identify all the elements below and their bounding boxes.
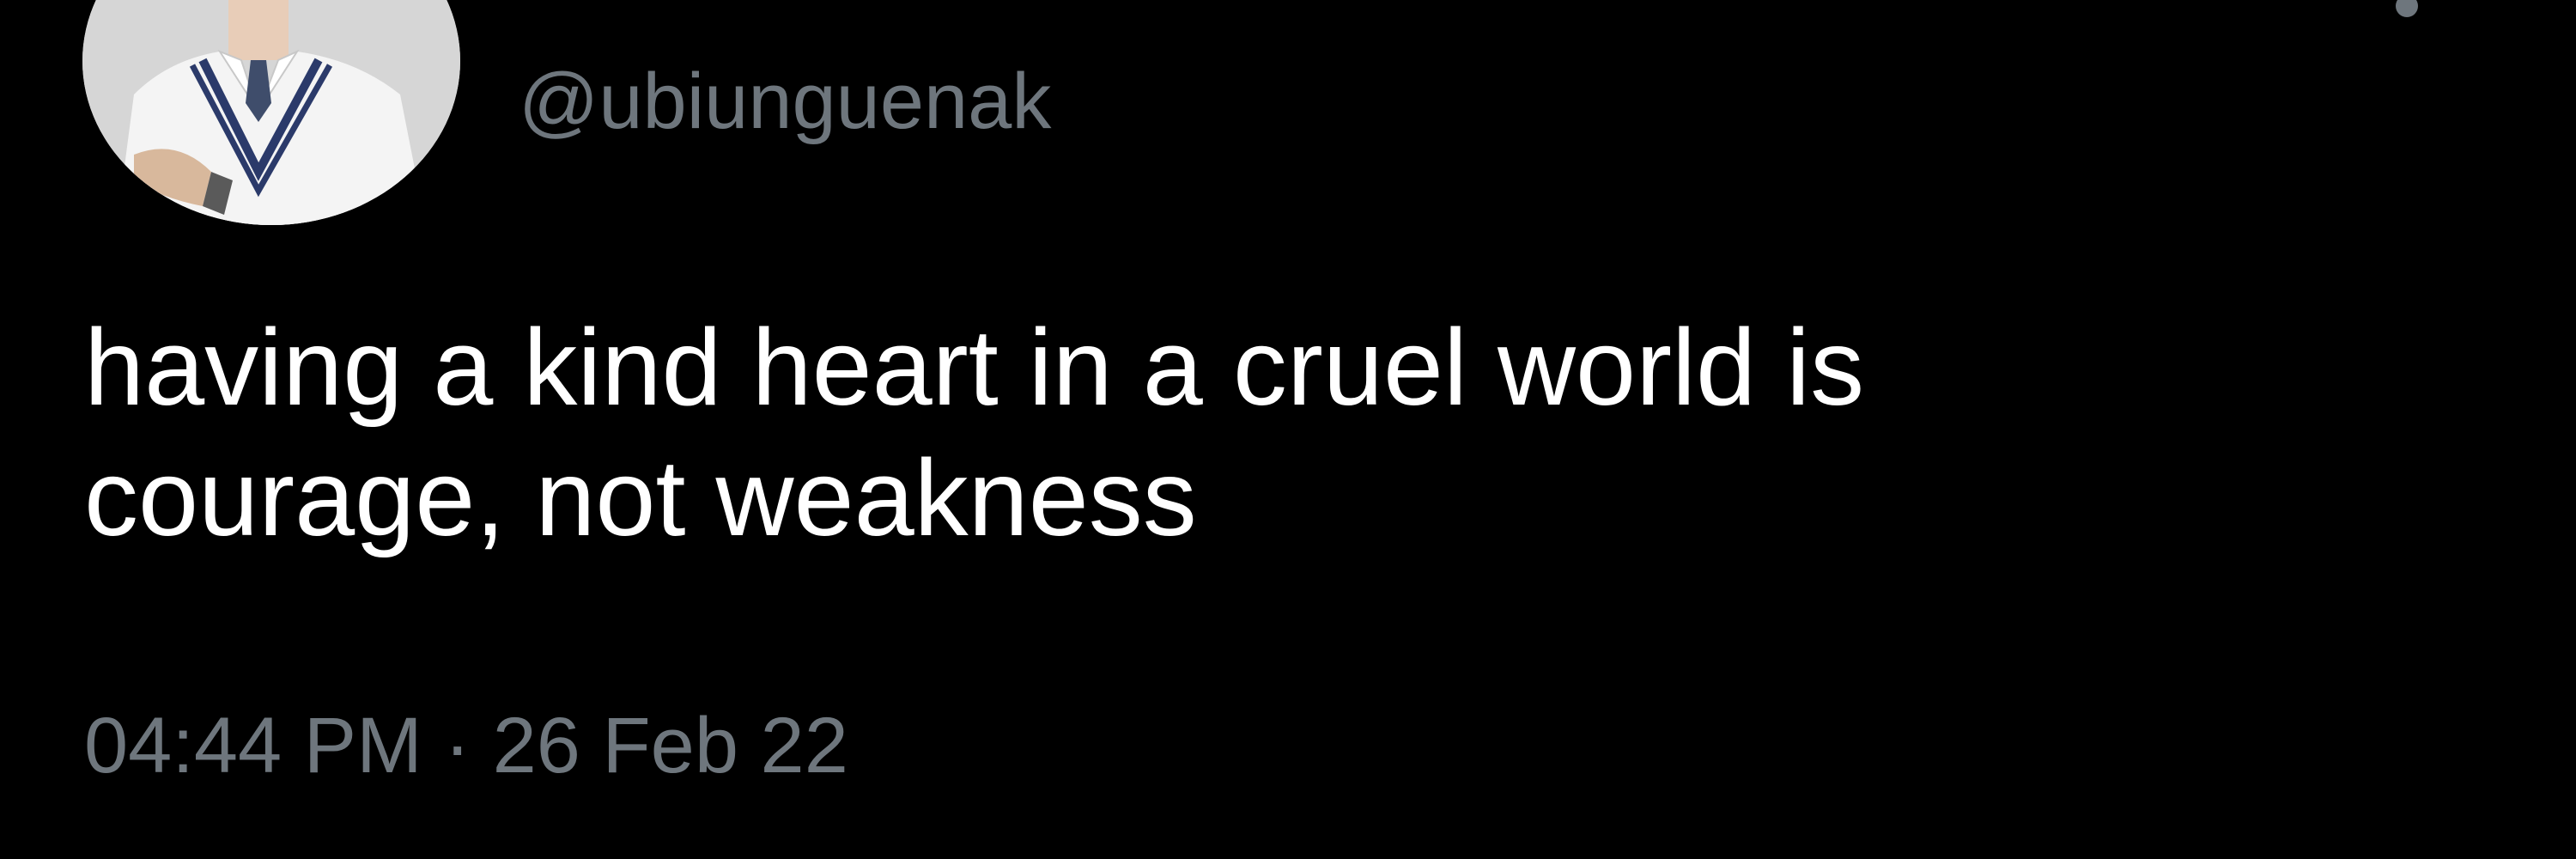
avatar-image [82,0,460,225]
tweet-date: 26 Feb 22 [492,702,848,789]
user-handle[interactable]: @ubiunguenak [519,50,1051,153]
more-options-dot [2396,0,2418,17]
avatar[interactable] [82,0,460,225]
more-options-icon[interactable] [2396,0,2430,29]
timestamp-separator: · [444,702,471,789]
tweet-text: having a kind heart in a cruel world is … [84,307,1865,558]
tweet-timestamp[interactable]: 04:44 PM · 26 Feb 22 [84,694,848,797]
tweet-card: @ubiunguenak having a kind heart in a cr… [0,0,2576,859]
tweet-time: 04:44 PM [84,702,422,789]
